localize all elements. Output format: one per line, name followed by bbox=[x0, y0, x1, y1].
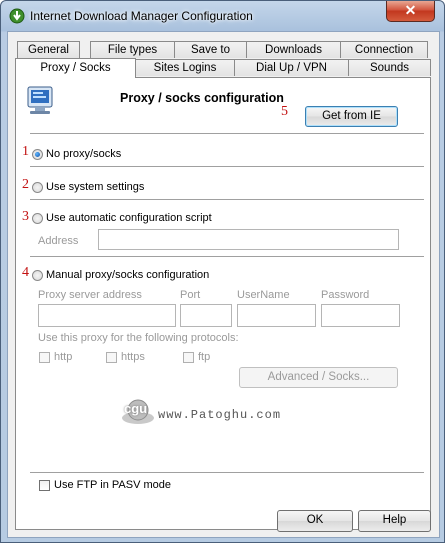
https-label: https bbox=[121, 351, 145, 363]
annotation-3: 3 bbox=[22, 209, 29, 224]
http-label: http bbox=[54, 351, 73, 363]
no-proxy-label[interactable]: No proxy/socks bbox=[46, 148, 121, 160]
tab-save-to[interactable]: Save to bbox=[174, 41, 247, 58]
separator bbox=[30, 133, 424, 134]
watermark-logo-text: cgu bbox=[124, 401, 148, 416]
network-settings-icon bbox=[27, 86, 53, 114]
tab-proxy-socks[interactable]: Proxy / Socks bbox=[15, 58, 136, 78]
watermark-logo: cgu bbox=[120, 398, 156, 424]
tab-dial-up-vpn[interactable]: Dial Up / VPN bbox=[234, 59, 349, 76]
close-button[interactable]: ✕ bbox=[386, 1, 435, 22]
password-input[interactable] bbox=[321, 304, 400, 327]
http-checkbox[interactable] bbox=[39, 352, 50, 363]
close-icon: ✕ bbox=[404, 2, 417, 18]
protocols-label: Use this proxy for the following protoco… bbox=[38, 332, 239, 344]
ftp-checkbox[interactable] bbox=[183, 352, 194, 363]
ftp-label: ftp bbox=[198, 351, 211, 363]
https-checkbox[interactable] bbox=[106, 352, 117, 363]
auto-script-radio[interactable] bbox=[32, 213, 43, 224]
username-label: UserName bbox=[237, 289, 290, 301]
separator bbox=[30, 166, 424, 167]
server-address-label: Proxy server address bbox=[38, 289, 142, 301]
manual-proxy-radio[interactable] bbox=[32, 270, 43, 281]
system-settings-label[interactable]: Use system settings bbox=[46, 181, 144, 193]
title-bar[interactable]: Internet Download Manager Configuration … bbox=[1, 1, 444, 31]
annotation-1: 1 bbox=[22, 144, 29, 159]
tab-downloads[interactable]: Downloads bbox=[246, 41, 341, 58]
port-label: Port bbox=[180, 289, 201, 301]
tab-general[interactable]: General bbox=[17, 41, 80, 58]
window-title: Internet Download Manager Configuration bbox=[30, 9, 253, 23]
help-button[interactable]: Help bbox=[358, 510, 431, 532]
idm-app-icon bbox=[9, 8, 25, 24]
annotation-2: 2 bbox=[22, 177, 29, 192]
separator bbox=[30, 472, 424, 473]
config-window: Internet Download Manager Configuration … bbox=[0, 0, 445, 543]
watermark-site: www.Patoghu.com bbox=[158, 408, 282, 422]
pasv-checkbox[interactable] bbox=[39, 480, 50, 491]
server-address-input[interactable] bbox=[38, 304, 176, 327]
tab-sites-logins[interactable]: Sites Logins bbox=[135, 59, 235, 76]
advanced-socks-button[interactable]: Advanced / Socks... bbox=[239, 367, 398, 388]
dialog-client: General File types Save to Downloads Con… bbox=[7, 31, 440, 538]
get-from-ie-button[interactable]: Get from IE bbox=[305, 106, 398, 127]
no-proxy-radio[interactable] bbox=[32, 149, 43, 160]
port-input[interactable] bbox=[180, 304, 232, 327]
tab-connection[interactable]: Connection bbox=[340, 41, 428, 58]
annotation-4: 4 bbox=[22, 265, 29, 280]
password-label: Password bbox=[321, 289, 370, 301]
tab-file-types[interactable]: File types bbox=[90, 41, 175, 58]
address-label: Address bbox=[38, 235, 79, 247]
panel-heading: Proxy / socks configuration bbox=[120, 91, 284, 105]
username-input[interactable] bbox=[237, 304, 316, 327]
separator bbox=[30, 199, 424, 200]
auto-script-label[interactable]: Use automatic configuration script bbox=[46, 212, 212, 224]
annotation-5: 5 bbox=[281, 104, 288, 119]
proxy-panel: Proxy / socks configuration 5 Get from I… bbox=[15, 77, 431, 530]
separator bbox=[30, 256, 424, 257]
system-settings-radio[interactable] bbox=[32, 182, 43, 193]
ok-button[interactable]: OK bbox=[277, 510, 353, 532]
tab-sounds[interactable]: Sounds bbox=[348, 59, 431, 76]
address-input[interactable] bbox=[98, 229, 399, 250]
pasv-label[interactable]: Use FTP in PASV mode bbox=[54, 479, 171, 491]
manual-proxy-label[interactable]: Manual proxy/socks configuration bbox=[46, 269, 209, 281]
